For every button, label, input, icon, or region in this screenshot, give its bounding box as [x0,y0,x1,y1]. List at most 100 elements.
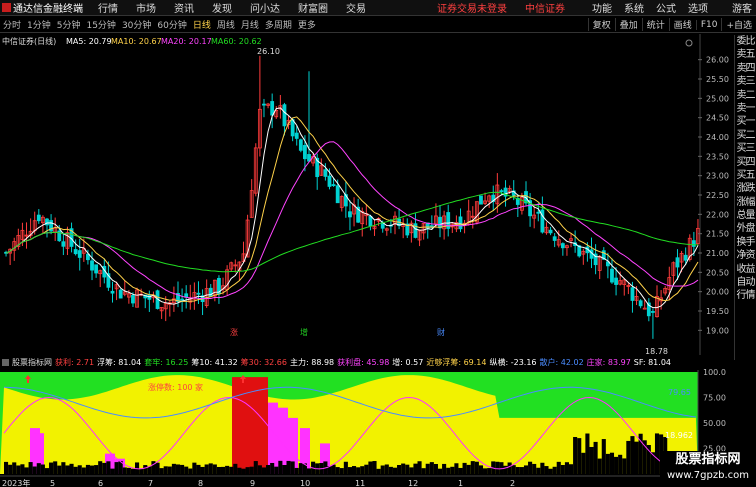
candle-body [196,292,201,295]
date-tick: 10 [300,479,310,487]
event-marker-3[interactable]: 财 [437,327,445,337]
candle-body [499,190,504,193]
price-tick: 22.00 [706,210,729,219]
stats-button[interactable]: 统计 [641,18,669,31]
side-label: 卖二 [736,89,756,101]
candle-body [536,211,541,214]
menu-system[interactable]: 系统 [624,0,644,15]
side-label: 委比 [736,36,756,47]
side-label: 买二 [736,129,756,141]
period-toolbar: 分时 1分钟 5分钟 15分钟 30分钟 60分钟 日线 周线 月线 多周期 更… [0,17,756,33]
period-1min[interactable]: 1分钟 [27,18,51,31]
candle-body [282,104,287,127]
date-tick: 5 [50,479,55,487]
user-label[interactable]: 游客 [732,0,752,15]
ind-value-7: 获利盘: 45.98 [337,358,390,367]
menu-item-trade[interactable]: 交易 [346,0,366,15]
indicator-red-block [232,377,268,474]
ma20-label: MA20: 20.17 [161,37,212,46]
period-60min[interactable]: 60分钟 [157,18,186,31]
period-30min[interactable]: 30分钟 [122,18,151,31]
side-label: 涨幅 [736,196,756,208]
side-label: 买四 [736,156,756,168]
login-status[interactable]: 证券交易未登录 [437,0,507,15]
ma10-label: MA10: 20.67 [111,37,162,46]
candle-body [548,229,553,234]
chart-title: 中信证券(日线) [2,36,56,46]
side-label: 行情 [736,290,756,302]
side-label: 卖一 [736,102,756,114]
candle-body [348,211,352,218]
period-daily[interactable]: 日线 [193,18,211,31]
date-tick: 2023年 [2,478,30,487]
add-watchlist-button[interactable]: +自选 [721,18,756,31]
candle-body [651,311,655,313]
candle-body [368,216,373,227]
candle-body [36,214,41,222]
candle-body [323,169,328,177]
menu-function[interactable]: 功能 [592,0,612,15]
menu-item-discover[interactable]: 发现 [212,0,232,15]
candle-body [675,257,680,268]
candle-body [683,254,688,261]
price-tick: 20.50 [706,268,729,277]
menu-formula[interactable]: 公式 [656,0,676,15]
ind-value-9: 近够浮筹: 69.14 [426,358,487,367]
ind-value-2: 浮筹: 81.04 [97,358,142,367]
adjust-button[interactable]: 复权 [587,18,615,31]
candle-body [610,268,614,283]
ind-value-13: SF: 81.04 [633,358,671,367]
side-label: 卖三 [736,76,756,88]
menu-item-wealth[interactable]: 财富圈 [298,0,328,15]
period-weekly[interactable]: 周线 [217,18,235,31]
menu-options[interactable]: 选项 [688,0,708,15]
indicator-icon [2,359,9,366]
f10-button[interactable]: F10 [695,19,722,30]
price-tick: 25.00 [706,94,729,103]
period-15min[interactable]: 15分钟 [86,18,115,31]
candle-body [458,216,463,230]
side-label: 买五 [736,169,756,181]
candle-body [327,175,332,187]
candle-body [294,132,299,139]
period-multi[interactable]: 多周期 [265,18,292,31]
date-tick: 12 [408,479,418,487]
price-tick: 23.00 [706,172,729,181]
price-tick: 19.50 [706,307,729,316]
candle-body [335,185,340,204]
period-5min[interactable]: 5分钟 [57,18,81,31]
side-label: 卖四 [736,62,756,74]
candle-body [90,260,94,271]
draw-button[interactable]: 画线 [668,18,696,31]
indicator-values-bar: 股票指标网 获利: 2.71 浮筹: 81.04 套牢: 16.25 筹10: … [0,356,734,369]
side-label: 外盘 [736,223,756,235]
date-tick: 8 [198,479,203,487]
overlay-button[interactable]: 叠加 [614,18,642,31]
watermark-url: www.7gpzb.com [667,470,749,481]
price-tick: 22.50 [706,191,729,200]
menu-item-news[interactable]: 资讯 [174,0,194,15]
ind-value-3: 套牢: 16.25 [144,358,189,367]
event-marker-1[interactable]: 涨 [230,327,238,337]
period-monthly[interactable]: 月线 [241,18,259,31]
indicator-chart[interactable]: 100.075.0050.0025.000.00 [0,368,734,479]
menu-item-quotes[interactable]: 行情 [98,0,118,15]
indicator-name[interactable]: 股票指标网 [12,357,52,368]
ind-value-6: 主力: 88.98 [290,358,335,367]
menu-item-ask[interactable]: 问小达 [250,0,280,15]
side-label: 卖五 [736,49,756,61]
period-more[interactable]: 更多 [298,18,316,31]
period-intraday[interactable]: 分时 [3,18,21,31]
side-label: 净资 [736,250,756,262]
date-tick: 11 [355,479,365,487]
price-tick: 23.50 [706,152,729,161]
broker-name[interactable]: 中信证券 [525,0,565,15]
menu-item-market[interactable]: 市场 [136,0,156,15]
low-price-label: 18.78 [645,347,668,356]
price-tick: 20.00 [706,288,729,297]
candle-body [438,216,442,229]
chart-area[interactable]: 26.00 25.50 25.00 24.50 24.00 23.50 23.00 22.50… [0,34,734,487]
candle-body [94,264,99,274]
price-tick: 19.00 [706,326,729,335]
event-marker-2[interactable]: 增 [300,327,308,337]
